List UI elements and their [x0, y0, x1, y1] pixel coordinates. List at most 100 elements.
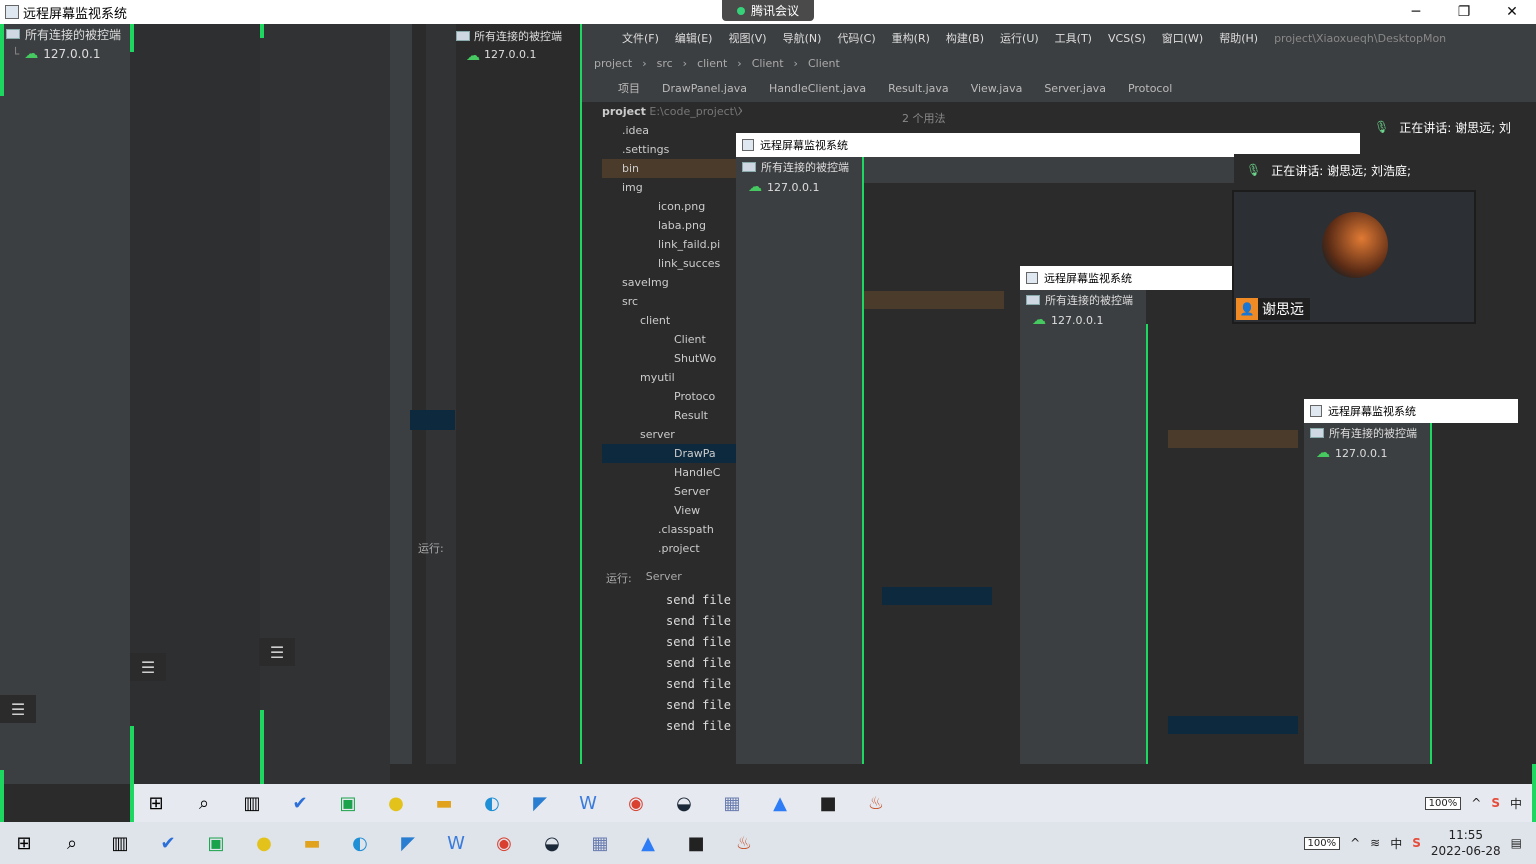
- writer-icon[interactable]: W: [573, 788, 603, 818]
- vscode-icon[interactable]: ◤: [393, 828, 423, 858]
- explorer-icon[interactable]: ▬: [429, 788, 459, 818]
- battery-indicator[interactable]: 100%: [1424, 796, 1462, 810]
- tree-item[interactable]: client: [602, 311, 742, 330]
- nested-tree-node[interactable]: ☁ 127.0.0.1: [1020, 310, 1146, 330]
- tree-item[interactable]: Server: [602, 482, 742, 501]
- explorer-icon[interactable]: ▬: [297, 828, 327, 858]
- tree-item[interactable]: saveImg: [602, 273, 742, 292]
- taskview-icon[interactable]: ▥: [237, 788, 267, 818]
- chrome-icon[interactable]: ◉: [621, 788, 651, 818]
- crumb[interactable]: client: [697, 57, 727, 70]
- menu-item[interactable]: 工具(T): [1055, 30, 1092, 46]
- tree-item[interactable]: .settings: [602, 140, 742, 159]
- java-icon[interactable]: ♨: [861, 788, 891, 818]
- crumb[interactable]: Client: [752, 57, 784, 70]
- nested-tree-node[interactable]: ☁ 127.0.0.1: [736, 177, 862, 197]
- tree-item[interactable]: Client: [602, 330, 742, 349]
- tab-drawpanel[interactable]: DrawPanel.java: [662, 82, 747, 95]
- minimize-button[interactable]: ─: [1392, 0, 1440, 24]
- steam-icon[interactable]: ◒: [537, 828, 567, 858]
- pycharm-icon[interactable]: ▣: [201, 828, 231, 858]
- tree-item[interactable]: laba.png: [602, 216, 742, 235]
- search-icon[interactable]: ⌕: [57, 828, 87, 858]
- list-icon[interactable]: ☰: [130, 653, 166, 681]
- vscode-icon[interactable]: ◤: [525, 788, 555, 818]
- menu-item[interactable]: 窗口(W): [1162, 30, 1203, 46]
- tree-item[interactable]: Result: [602, 406, 742, 425]
- tree-node-client[interactable]: └ ☁ 127.0.0.1: [0, 44, 130, 64]
- chrome-icon[interactable]: ◉: [489, 828, 519, 858]
- pycharm-icon[interactable]: ▣: [333, 788, 363, 818]
- menu-item[interactable]: 视图(V): [728, 30, 766, 46]
- chevron-up-icon[interactable]: ^: [1471, 796, 1481, 810]
- search-icon[interactable]: ⌕: [189, 788, 219, 818]
- tab-result[interactable]: Result.java: [888, 82, 949, 95]
- close-button[interactable]: ✕: [1488, 0, 1536, 24]
- notification-icon[interactable]: ▤: [1511, 836, 1522, 850]
- photo-icon[interactable]: ▦: [717, 788, 747, 818]
- wifi-icon[interactable]: ≋: [1370, 836, 1380, 850]
- tree-item[interactable]: Protoco: [602, 387, 742, 406]
- clock[interactable]: 11:55 2022-06-28: [1431, 827, 1501, 859]
- tree-item[interactable]: myutil: [602, 368, 742, 387]
- steam-icon[interactable]: ◒: [669, 788, 699, 818]
- tree-item[interactable]: .classpath: [602, 520, 742, 539]
- writer-icon[interactable]: W: [441, 828, 471, 858]
- menu-item[interactable]: 构建(B): [946, 30, 984, 46]
- tree-root[interactable]: 所有连接的被控端: [0, 24, 130, 44]
- nested-tree-node[interactable]: ☁ 127.0.0.1: [1304, 443, 1430, 463]
- jetbrains-icon[interactable]: ■: [813, 788, 843, 818]
- crumb[interactable]: project: [594, 57, 632, 70]
- project-label[interactable]: 项目: [618, 80, 640, 96]
- ime-indicator[interactable]: 中: [1510, 795, 1522, 812]
- menu-item[interactable]: 导航(N): [783, 30, 822, 46]
- ime-logo-icon[interactable]: S: [1412, 836, 1421, 850]
- tab-protocol[interactable]: Protocol: [1128, 82, 1172, 95]
- tree-item[interactable]: icon.png: [602, 197, 742, 216]
- meeting-indicator[interactable]: 腾讯会议: [722, 0, 814, 21]
- menu-item[interactable]: 编辑(E): [675, 30, 713, 46]
- photo-icon[interactable]: ▦: [585, 828, 615, 858]
- menu-item[interactable]: 重构(R): [892, 30, 930, 46]
- meeting-icon[interactable]: ▲: [765, 788, 795, 818]
- menu-item[interactable]: 帮助(H): [1219, 30, 1258, 46]
- tree-item[interactable]: .project: [602, 539, 742, 558]
- tab-handleclient[interactable]: HandleClient.java: [769, 82, 866, 95]
- battery-indicator[interactable]: 100%: [1303, 836, 1341, 850]
- todo-icon[interactable]: ✔: [285, 788, 315, 818]
- tree-item[interactable]: DrawPa: [602, 444, 742, 463]
- app-yellow-icon[interactable]: ●: [249, 828, 279, 858]
- run-config[interactable]: Server: [646, 570, 682, 586]
- taskview-icon[interactable]: ▥: [105, 828, 135, 858]
- edge-icon[interactable]: ◐: [477, 788, 507, 818]
- java-icon[interactable]: ♨: [729, 828, 759, 858]
- list-icon[interactable]: ☰: [259, 638, 295, 666]
- app-yellow-icon[interactable]: ●: [381, 788, 411, 818]
- tree-item[interactable]: bin: [602, 159, 742, 178]
- tab-view[interactable]: View.java: [971, 82, 1023, 95]
- tree-item[interactable]: link_faild.pi: [602, 235, 742, 254]
- menu-item[interactable]: 运行(U): [1000, 30, 1039, 46]
- tab-server[interactable]: Server.java: [1044, 82, 1106, 95]
- tree-item[interactable]: img: [602, 178, 742, 197]
- start-icon[interactable]: ⊞: [9, 828, 39, 858]
- tree-item[interactable]: ShutWo: [602, 349, 742, 368]
- nested-tree-root[interactable]: 所有连接的被控端: [1304, 423, 1430, 443]
- start-icon[interactable]: ⊞: [141, 788, 171, 818]
- jetbrains-icon[interactable]: ■: [681, 828, 711, 858]
- tree-item[interactable]: link_succes: [602, 254, 742, 273]
- nested-tree-root[interactable]: 所有连接的被控端: [736, 157, 862, 177]
- maximize-button[interactable]: ❐: [1440, 0, 1488, 24]
- ime-logo-icon[interactable]: S: [1491, 796, 1500, 810]
- meeting-icon[interactable]: ▲: [633, 828, 663, 858]
- menu-item[interactable]: 文件(F): [622, 30, 659, 46]
- tree-item[interactable]: src: [602, 292, 742, 311]
- tree-item[interactable]: HandleC: [602, 463, 742, 482]
- tree-item[interactable]: .idea: [602, 121, 742, 140]
- nested-tree-root[interactable]: 所有连接的被控端: [1020, 290, 1146, 310]
- edge-icon[interactable]: ◐: [345, 828, 375, 858]
- participant-video[interactable]: 👤 谢思远: [1232, 190, 1476, 324]
- list-icon[interactable]: ☰: [0, 695, 36, 723]
- tree-item-project[interactable]: project E:\code_project\Xiaoxueqh: [602, 102, 742, 121]
- crumb[interactable]: Client: [808, 57, 840, 70]
